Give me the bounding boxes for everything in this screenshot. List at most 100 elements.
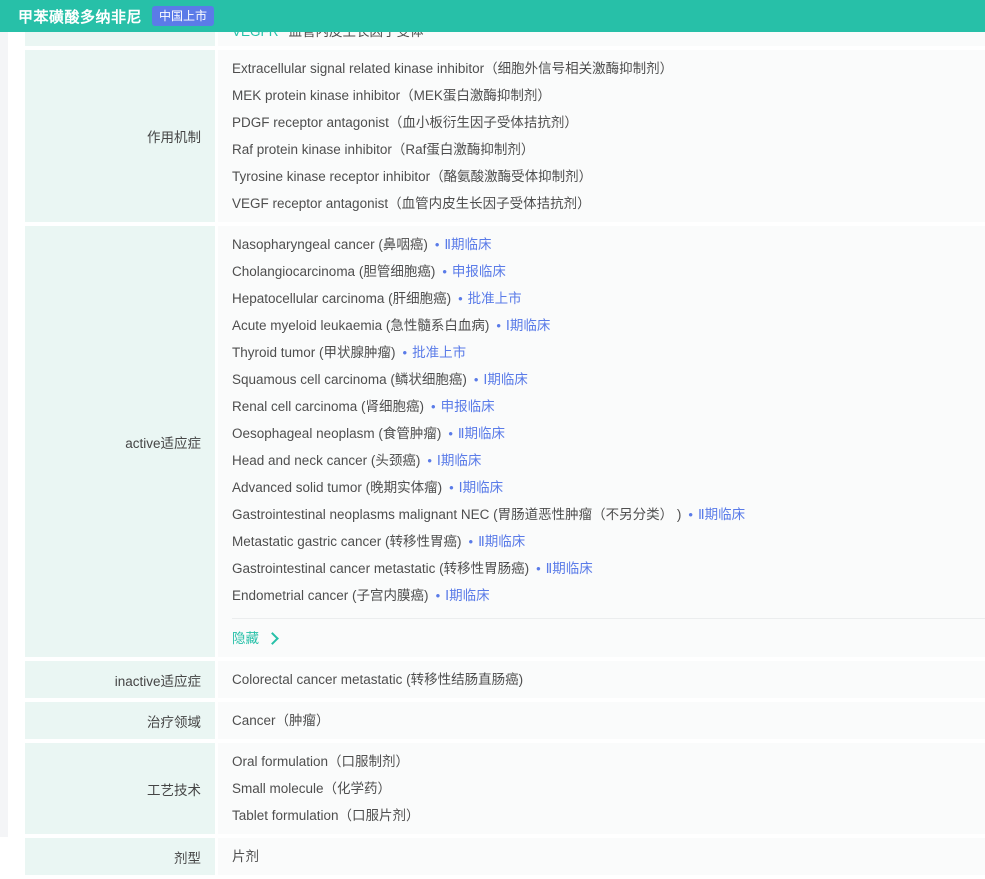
attribute-item: Tyrosine kinase receptor inhibitor（酪氨酸激酶… (232, 169, 593, 184)
row-mechanism: 作用机制 Extracellular signal related kinase … (25, 50, 985, 222)
clinical-status-link[interactable]: Ⅰ期临床 (483, 372, 527, 387)
indication-name: Endometrial cancer (子宫内膜癌) (232, 588, 429, 603)
clinical-status-link[interactable]: 批准上市 (412, 345, 466, 360)
attribute-item: Colorectal cancer metastatic (转移性结肠直肠癌) (232, 672, 524, 687)
indication-item: Renal cell carcinoma (肾细胞癌) • 申报临床 (232, 393, 985, 420)
indication-item: Hepatocellular carcinoma (肝细胞癌) • 批准上市 (232, 285, 985, 312)
row-dosage-form: 剂型 片剂 (25, 838, 985, 875)
indication-item: Thyroid tumor (甲状腺肿瘤) • 批准上市 (232, 339, 985, 366)
bullet-icon: • (431, 399, 436, 414)
row-inactive-indications: inactive适应症 Colorectal cancer metastatic … (25, 661, 985, 698)
indication-item: Gastrointestinal cancer metastatic (转移性胃… (232, 555, 985, 582)
row-label-dosage-form: 剂型 (25, 838, 215, 875)
bullet-icon: • (468, 534, 474, 549)
clinical-status-link[interactable]: 申报临床 (441, 399, 495, 414)
indication-name: Gastrointestinal neoplasms malignant NEC… (232, 507, 682, 522)
bullet-icon: • (536, 561, 541, 576)
hide-toggle-button[interactable]: 隐藏 (232, 625, 322, 652)
indication-name: Acute myeloid leukaemia (急性髓系白血病) (232, 318, 490, 333)
clinical-status-link[interactable]: Ⅱ期临床 (698, 507, 745, 522)
target-content: VEGFR 血管内皮生长因子受体 (218, 32, 985, 46)
bullet-icon: • (435, 588, 441, 603)
clinical-status-link[interactable]: Ⅰ期临床 (437, 453, 481, 468)
indication-name: Nasopharyngeal cancer (鼻咽癌) (232, 237, 428, 252)
content-dosage-form: 片剂 (218, 838, 985, 875)
indication-name: Renal cell carcinoma (肾细胞癌) (232, 399, 425, 414)
row-label-technology: 工艺技术 (25, 743, 215, 834)
clinical-status-link[interactable]: Ⅰ期临床 (445, 588, 489, 603)
bullet-icon: • (496, 318, 501, 333)
content-technology: Oral formulation（口服制剂） Small molecule（化学药… (218, 743, 985, 834)
indication-item: Oesophageal neoplasm (食管肿瘤) • Ⅱ期临床 (232, 420, 985, 447)
clinical-status-link[interactable]: Ⅱ期临床 (458, 426, 505, 441)
drug-title: 甲苯磺酸多纳非尼 (18, 8, 143, 26)
target-desc: 血管内皮生长因子受体 (289, 32, 424, 39)
bullet-icon: • (458, 291, 463, 306)
chevron-right-icon (266, 632, 279, 645)
content-therapy-area: Cancer（肿瘤） (218, 702, 985, 739)
indication-item: Cholangiocarcinoma (胆管细胞癌) • 申报临床 (232, 258, 985, 285)
section-divider (232, 618, 985, 619)
attribute-item: Extracellular signal related kinase inhi… (232, 61, 674, 76)
attribute-item: PDGF receptor antagonist（血小板衍生因子受体拮抗剂） (232, 115, 578, 130)
indication-name: Advanced solid tumor (晚期实体瘤) (232, 480, 443, 495)
bullet-icon: • (449, 480, 454, 495)
attribute-item: Oral formulation（口服制剂） (232, 754, 410, 769)
bullet-icon: • (402, 345, 408, 360)
bullet-icon: • (434, 237, 440, 252)
clinical-status-link[interactable]: Ⅱ期临床 (478, 534, 525, 549)
content-mechanism: Extracellular signal related kinase inhi… (218, 50, 985, 222)
attribute-item: MEK protein kinase inhibitor（MEK蛋白激酶抑制剂） (232, 88, 551, 103)
indication-name: Metastatic gastric cancer (转移性胃癌) (232, 534, 462, 549)
app-header: 甲苯磺酸多纳非尼 中国上市 (0, 0, 985, 32)
clinical-status-link[interactable]: Ⅱ期临床 (444, 237, 491, 252)
indication-name: Hepatocellular carcinoma (肝细胞癌) (232, 291, 452, 306)
bullet-icon: • (448, 426, 453, 441)
row-therapy-area: 治疗领域 Cancer（肿瘤） (25, 702, 985, 739)
indication-item: Head and neck cancer (头颈癌) • Ⅰ期临床 (232, 447, 985, 474)
row-label-therapy-area: 治疗领域 (25, 702, 215, 739)
indication-item: Advanced solid tumor (晚期实体瘤) • Ⅰ期临床 (232, 474, 985, 501)
drug-attribute-table: VEGFR 血管内皮生长因子受体 作用机制 Extracellular signal… (25, 32, 985, 879)
row-active-indications: active适应症 Nasopharyngeal cancer (鼻咽癌) • Ⅱ期临… (25, 226, 985, 657)
target-link[interactable]: VEGFR (232, 32, 279, 39)
indication-name: Oesophageal neoplasm (食管肿瘤) (232, 426, 442, 441)
row-label-inactive-indications: inactive适应症 (25, 661, 215, 698)
row-label-target (25, 32, 215, 46)
content-inactive-indications: Colorectal cancer metastatic (转移性结肠直肠癌) (218, 661, 985, 698)
clinical-status-link[interactable]: 批准上市 (468, 291, 522, 306)
indication-item: Squamous cell carcinoma (鳞状细胞癌) • Ⅰ期临床 (232, 366, 985, 393)
bullet-icon: • (473, 372, 479, 387)
row-technology: 工艺技术 Oral formulation（口服制剂） Small molecule… (25, 743, 985, 834)
indication-name: Head and neck cancer (头颈癌) (232, 453, 421, 468)
indication-name: Thyroid tumor (甲状腺肿瘤) (232, 345, 396, 360)
clinical-status-link[interactable]: 申报临床 (452, 264, 506, 279)
attribute-item: Raf protein kinase inhibitor（Raf蛋白激酶抑制剂） (232, 142, 535, 157)
attribute-item: VEGF receptor antagonist（血管内皮生长因子受体拮抗剂） (232, 196, 591, 211)
market-status-badge: 中国上市 (152, 6, 215, 26)
attribute-item: Cancer（肿瘤） (232, 713, 330, 728)
clinical-status-link[interactable]: Ⅰ期临床 (459, 480, 503, 495)
attribute-item: Tablet formulation（口服片剂） (232, 808, 420, 823)
indication-item: Nasopharyngeal cancer (鼻咽癌) • Ⅱ期临床 (232, 231, 985, 258)
indication-name: Gastrointestinal cancer metastatic (转移性胃… (232, 561, 530, 576)
clinical-status-link[interactable]: Ⅱ期临床 (546, 561, 593, 576)
target-item: VEGFR 血管内皮生长因子受体 (232, 32, 985, 45)
clinical-status-link[interactable]: Ⅰ期临床 (506, 318, 550, 333)
attribute-item: Small molecule（化学药） (232, 781, 392, 796)
indication-name: Squamous cell carcinoma (鳞状细胞癌) (232, 372, 467, 387)
bullet-icon: • (442, 264, 447, 279)
indication-item: Endometrial cancer (子宫内膜癌) • Ⅰ期临床 (232, 582, 985, 609)
content-active-indications: Nasopharyngeal cancer (鼻咽癌) • Ⅱ期临床 Cholangi… (218, 226, 985, 657)
attribute-item: 片剂 (232, 849, 259, 864)
indication-item: Metastatic gastric cancer (转移性胃癌) • Ⅱ期临床 (232, 528, 985, 555)
row-target-clipped: VEGFR 血管内皮生长因子受体 (25, 32, 985, 46)
indication-item: Acute myeloid leukaemia (急性髓系白血病) • Ⅰ期临床 (232, 312, 985, 339)
indication-item: Gastrointestinal neoplasms malignant NEC… (232, 501, 985, 528)
row-label-mechanism: 作用机制 (25, 50, 215, 222)
bullet-icon: • (427, 453, 432, 468)
hide-toggle-label: 隐藏 (232, 631, 259, 646)
bullet-icon: • (688, 507, 693, 522)
row-label-active-indications: active适应症 (25, 226, 215, 657)
indication-name: Cholangiocarcinoma (胆管细胞癌) (232, 264, 436, 279)
